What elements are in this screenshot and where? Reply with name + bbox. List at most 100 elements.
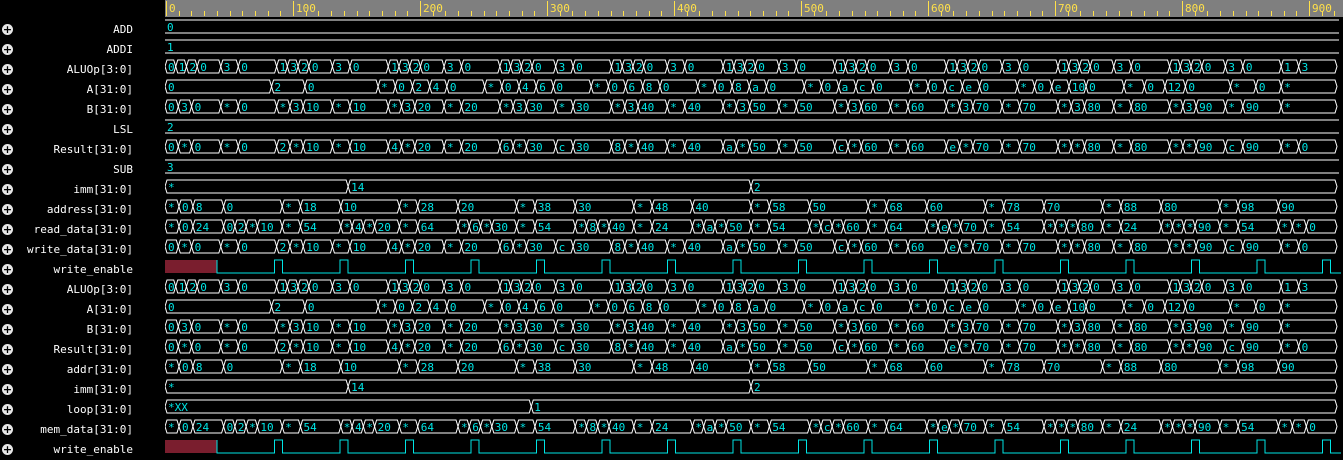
- wave-value-label: 1: [1284, 61, 1291, 74]
- wave-value-label: 50: [799, 341, 812, 354]
- signal-row[interactable]: + address[31:0]: [0, 200, 165, 220]
- plus-circle-icon[interactable]: +: [2, 164, 13, 175]
- ruler-minor-tick: [1284, 11, 1285, 16]
- waveform-tracks[interactable]: 010 1 2 0 3 0 1 3 2 0 3 0 1 3 2 0 3 0 1 3 2 0 3 0 1 3 2 0 3 0 1 3 2 0 3 0 1 3…: [165, 17, 1343, 460]
- wave-value-label: *: [871, 421, 878, 434]
- bus-segment: [347, 179, 752, 194]
- signal-row[interactable]: + A[31:0]: [0, 300, 165, 320]
- plus-circle-icon[interactable]: +: [2, 124, 13, 135]
- wave-value-label: 3: [290, 61, 297, 74]
- plus-circle-icon[interactable]: +: [2, 284, 13, 295]
- wave-value-label: 80: [1081, 421, 1094, 434]
- wave-value-label: 60: [864, 141, 877, 154]
- wave-value-label: 10: [1072, 301, 1085, 314]
- plus-circle-icon[interactable]: +: [2, 144, 13, 155]
- wave-value-label: *: [614, 101, 621, 114]
- wave-value-label: 90: [1199, 341, 1212, 354]
- signal-row[interactable]: + write_enable: [0, 260, 165, 280]
- plus-circle-icon[interactable]: +: [2, 24, 13, 35]
- wave-value-label: *: [293, 341, 300, 354]
- plus-circle-icon[interactable]: +: [2, 444, 13, 455]
- signal-row[interactable]: + ALUOp[3:0]: [0, 280, 165, 300]
- plus-circle-icon[interactable]: +: [2, 264, 13, 275]
- wave-value-label: 0: [1246, 61, 1253, 74]
- signal-row[interactable]: + SUB: [0, 160, 165, 180]
- signal-row[interactable]: + write_enable: [0, 440, 165, 460]
- plus-circle-icon[interactable]: +: [2, 244, 13, 255]
- plus-circle-icon[interactable]: +: [2, 364, 13, 375]
- signal-row[interactable]: + ADDI: [0, 40, 165, 60]
- signal-row[interactable]: + ADD: [0, 20, 165, 40]
- signal-row[interactable]: + read_data[31:0]: [0, 220, 165, 240]
- signal-row[interactable]: + addr[31:0]: [0, 360, 165, 380]
- plus-circle-icon[interactable]: +: [2, 404, 13, 415]
- signal-row[interactable]: + Result[31:0]: [0, 140, 165, 160]
- wave-value-label: 0: [1188, 301, 1195, 314]
- wave-value-label: 0: [769, 301, 776, 314]
- wave-value-label: 3: [1117, 61, 1124, 74]
- wave-value-label: *: [726, 321, 733, 334]
- wave-value-label: 3: [559, 61, 566, 74]
- time-ruler[interactable]: 0 100 200 300 400 500 600 700 800 900: [165, 0, 1343, 17]
- plus-circle-icon[interactable]: +: [2, 44, 13, 55]
- waveform-panel[interactable]: 0 100 200 300 400 500 600 700 800 900 01012030132…: [165, 0, 1343, 460]
- wave-value-label: 3: [516, 321, 523, 334]
- wave-value-label: *: [285, 361, 292, 374]
- signal-row[interactable]: + A[31:0]: [0, 80, 165, 100]
- signal-row[interactable]: + LSL: [0, 120, 165, 140]
- plus-circle-icon[interactable]: +: [2, 184, 13, 195]
- ruler-minor-tick: [649, 11, 650, 16]
- wave-value-label: e: [941, 421, 948, 434]
- ruler-minor-tick: [1322, 11, 1323, 16]
- wave-value-label: 0: [876, 81, 883, 94]
- wave-value-label: 0: [1089, 301, 1096, 314]
- wave-value-label: 78: [1007, 201, 1020, 214]
- wave-value-label: *: [503, 321, 510, 334]
- ruler-minor-tick: [1246, 11, 1247, 16]
- plus-circle-icon[interactable]: +: [2, 424, 13, 435]
- wave-value-label: 2: [1082, 61, 1089, 74]
- wave-value-label: 3: [737, 61, 744, 74]
- signal-name: ALUOp[3:0]: [66, 63, 133, 76]
- wave-value-label: 0: [241, 321, 248, 334]
- plus-circle-icon[interactable]: +: [2, 304, 13, 315]
- wave-value-label: 1: [838, 281, 845, 294]
- signal-row[interactable]: + Result[31:0]: [0, 340, 165, 360]
- wave-value-label: 70: [976, 321, 989, 334]
- wave-value-label: *: [1284, 81, 1291, 94]
- plus-circle-icon[interactable]: +: [2, 224, 13, 235]
- plus-circle-icon[interactable]: +: [2, 344, 13, 355]
- wave-value-label: e: [949, 241, 956, 254]
- wave-value-label: 60: [864, 341, 877, 354]
- signal-row[interactable]: + mem_data[31:0]: [0, 420, 165, 440]
- wave-value-label: 0: [870, 61, 877, 74]
- wave-value-label: *: [1284, 141, 1291, 154]
- signal-row[interactable]: + loop[31:0]: [0, 400, 165, 420]
- wave-value-label: c: [1228, 141, 1235, 154]
- plus-circle-icon[interactable]: +: [2, 104, 13, 115]
- wave-value-label: 0: [1147, 301, 1154, 314]
- wave-value-label: 20: [378, 221, 391, 234]
- signal-row[interactable]: + B[31:0]: [0, 320, 165, 340]
- signal-row[interactable]: + B[31:0]: [0, 100, 165, 120]
- wave-value-label: 90: [1281, 201, 1294, 214]
- wave-value-label: 3: [782, 61, 789, 74]
- plus-circle-icon[interactable]: +: [2, 204, 13, 215]
- wave-value-label: 18: [304, 201, 317, 214]
- wave-value-label: 80: [1088, 241, 1101, 254]
- signal-row[interactable]: + imm[31:0]: [0, 180, 165, 200]
- ruler-minor-tick: [318, 11, 319, 16]
- plus-circle-icon[interactable]: +: [2, 64, 13, 75]
- plus-circle-icon[interactable]: +: [2, 384, 13, 395]
- plus-circle-icon[interactable]: +: [2, 324, 13, 335]
- signal-row[interactable]: + imm[31:0]: [0, 380, 165, 400]
- ruler-major-tick: [420, 1, 421, 16]
- plus-circle-icon[interactable]: +: [2, 84, 13, 95]
- ruler-minor-tick: [1119, 11, 1120, 16]
- wave-value-label: 10: [353, 141, 366, 154]
- signal-row[interactable]: + write_data[31:0]: [0, 240, 165, 260]
- ruler-major-tick: [293, 1, 294, 16]
- wave-value-label: 70: [964, 421, 977, 434]
- wave-value-label: *: [520, 201, 527, 214]
- signal-row[interactable]: + ALUOp[3:0]: [0, 60, 165, 80]
